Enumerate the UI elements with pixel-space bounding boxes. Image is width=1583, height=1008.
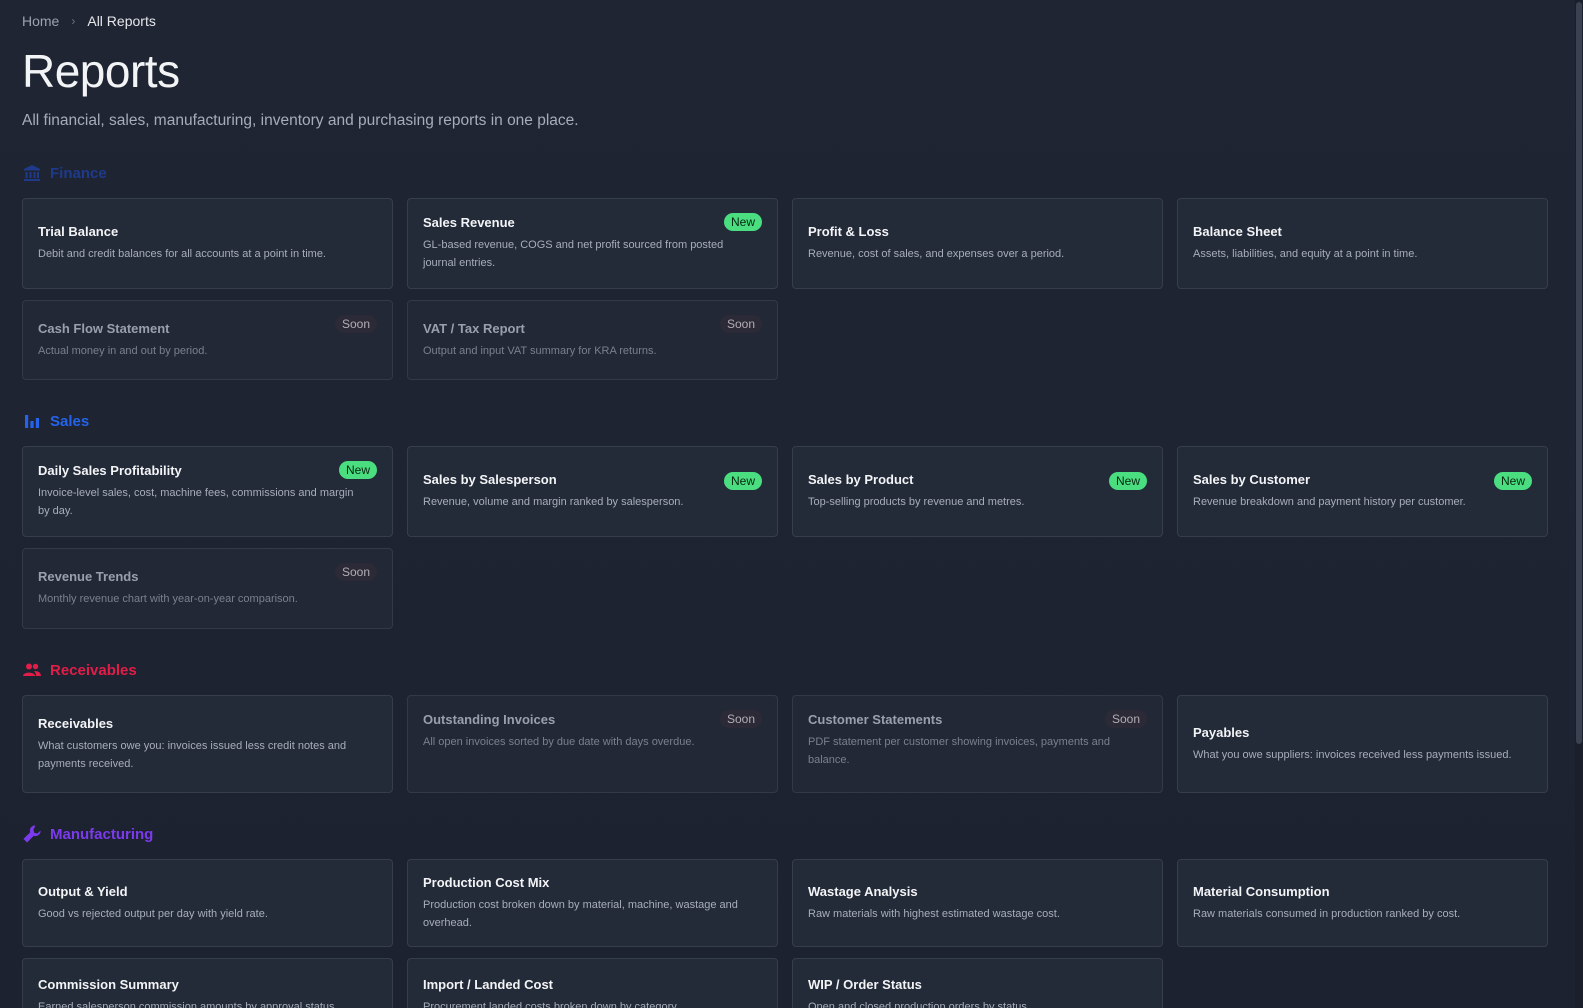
card-title: Material Consumption	[1193, 883, 1330, 899]
card-desc: Revenue, cost of sales, and expenses ove…	[808, 248, 1065, 260]
new-badge: New	[1108, 472, 1147, 490]
section-title: Sales	[50, 412, 90, 430]
card-title: Sales by Customer	[1193, 472, 1311, 487]
report-card-wip-order-status[interactable]: WIP / Order Status Open and closed produ…	[792, 958, 1163, 1008]
report-card-sales-by-customer[interactable]: New Sales by Customer Revenue breakdown …	[1177, 446, 1548, 537]
people-icon	[22, 660, 42, 680]
report-card-customer-statements: Soon Customer Statements PDF statement p…	[792, 695, 1163, 793]
card-title: Import / Landed Cost	[423, 977, 553, 992]
report-card-outstanding-invoices: Soon Outstanding Invoices All open invoi…	[407, 695, 778, 793]
card-desc: Open and closed production orders by sta…	[808, 1001, 1030, 1008]
card-desc: PDF statement per customer showing invoi…	[808, 736, 1111, 766]
breadcrumb: Home › All Reports	[22, 13, 156, 29]
report-card-sales-by-salesperson[interactable]: New Sales by Salesperson Revenue, volume…	[407, 446, 778, 537]
card-title: VAT / Tax Report	[423, 320, 525, 336]
report-card-commission-summary[interactable]: Commission Summary Earned salesperson co…	[22, 958, 393, 1008]
report-card-wastage-analysis[interactable]: Wastage Analysis Raw materials with high…	[792, 859, 1163, 947]
card-desc: Revenue, volume and margin ranked by sal…	[423, 496, 684, 508]
breadcrumb-home-link[interactable]: Home	[22, 13, 59, 29]
report-card-import-landed-cost[interactable]: Import / Landed Cost Procurement landed …	[407, 958, 778, 1008]
new-badge: New	[723, 213, 762, 231]
soon-badge: Soon	[719, 710, 762, 728]
report-card-sales-revenue[interactable]: New Sales Revenue GL-based revenue, COGS…	[407, 198, 778, 289]
card-desc: Raw materials with highest estimated was…	[808, 907, 1060, 920]
report-card-output-yield[interactable]: Output & Yield Good vs rejected output p…	[22, 859, 393, 947]
card-desc: Good vs rejected output per day with yie…	[38, 907, 268, 920]
card-title: Profit & Loss	[808, 224, 889, 239]
report-card-revenue-trends: Soon Revenue Trends Monthly revenue char…	[22, 548, 393, 629]
section-header-sales: Sales	[22, 411, 89, 431]
card-desc: What you owe suppliers: invoices receive…	[1193, 748, 1512, 761]
section-title: Finance	[50, 164, 107, 182]
new-badge: New	[723, 472, 762, 490]
card-desc: Production cost broken down by material,…	[423, 898, 738, 929]
card-title: Wastage Analysis	[808, 883, 918, 899]
page-subtitle: All financial, sales, manufacturing, inv…	[22, 112, 579, 129]
card-title: Outstanding Invoices	[423, 712, 556, 727]
card-desc: Actual money in and out by period.	[38, 344, 208, 357]
new-badge: New	[338, 461, 377, 479]
card-title: Daily Sales Profitability	[38, 463, 182, 478]
card-desc: Monthly revenue chart with year-on-year …	[38, 593, 298, 605]
card-title: Balance Sheet	[1193, 224, 1282, 239]
report-card-payables[interactable]: Payables What you owe suppliers: invoice…	[1177, 695, 1548, 793]
soon-badge: Soon	[1104, 710, 1147, 728]
report-card-trial-balance[interactable]: Trial Balance Debit and credit balances …	[22, 198, 393, 289]
section-header-receivables: Receivables	[22, 660, 137, 680]
report-card-material-consumption[interactable]: Material Consumption Raw materials consu…	[1177, 859, 1548, 947]
section-title: Receivables	[50, 661, 137, 679]
card-desc: Debit and credit balances for all accoun…	[38, 248, 326, 260]
report-card-receivables[interactable]: Receivables What customers owe you: invo…	[22, 695, 393, 793]
new-badge: New	[1493, 472, 1532, 490]
card-desc: Top-selling products by revenue and metr…	[808, 496, 1025, 508]
bank-icon	[22, 163, 42, 183]
soon-badge: Soon	[334, 563, 377, 581]
card-desc: Revenue breakdown and payment history pe…	[1193, 496, 1466, 508]
card-desc: Raw materials consumed in production ran…	[1193, 907, 1461, 920]
report-card-profit-loss[interactable]: Profit & Loss Revenue, cost of sales, an…	[792, 198, 1163, 289]
section-header-finance: Finance	[22, 163, 107, 183]
card-title: Sales by Product	[808, 472, 914, 487]
card-title: Sales by Salesperson	[423, 472, 557, 487]
report-card-daily-sales-profitability[interactable]: New Daily Sales Profitability Invoice-le…	[22, 446, 393, 537]
report-card-sales-by-product[interactable]: New Sales by Product Top-selling product…	[792, 446, 1163, 537]
scrollbar-thumb[interactable]	[1576, 2, 1582, 744]
card-desc: GL-based revenue, COGS and net profit so…	[423, 239, 724, 269]
report-card-vat-tax: Soon VAT / Tax Report Output and input V…	[407, 300, 778, 380]
card-title: Commission Summary	[38, 977, 179, 992]
soon-badge: Soon	[719, 315, 762, 333]
chevron-right-icon: ›	[71, 14, 76, 28]
card-title: Revenue Trends	[38, 569, 139, 584]
page-title: Reports	[22, 45, 180, 97]
card-desc: Output and input VAT summary for KRA ret…	[423, 344, 657, 357]
section-title: Manufacturing	[50, 825, 154, 843]
report-card-production-cost-mix[interactable]: Production Cost Mix Production cost brok…	[407, 859, 778, 947]
report-card-balance-sheet[interactable]: Balance Sheet Assets, liabilities, and e…	[1177, 198, 1548, 289]
card-desc: What customers owe you: invoices issued …	[38, 739, 347, 770]
card-desc: Procurement landed costs broken down by …	[423, 1001, 679, 1008]
card-desc: Invoice-level sales, cost, machine fees,…	[38, 487, 354, 517]
breadcrumb-current: All Reports	[87, 13, 156, 29]
card-desc: Earned salesperson commission amounts by…	[38, 1001, 338, 1008]
card-title: Receivables	[38, 715, 114, 731]
card-title: Payables	[1193, 724, 1250, 740]
card-title: Cash Flow Statement	[38, 320, 170, 336]
card-title: Customer Statements	[808, 712, 943, 727]
card-desc: Assets, liabilities, and equity at a poi…	[1193, 248, 1418, 260]
report-card-cash-flow: Soon Cash Flow Statement Actual money in…	[22, 300, 393, 380]
card-desc: All open invoices sorted by due date wit…	[423, 736, 695, 748]
bar-chart-icon	[22, 411, 42, 431]
card-title: Sales Revenue	[423, 215, 515, 230]
card-title: Trial Balance	[38, 224, 119, 239]
soon-badge: Soon	[334, 315, 377, 333]
card-title: Production Cost Mix	[423, 874, 550, 890]
wrench-icon	[22, 824, 42, 844]
scrollbar[interactable]	[1575, 0, 1583, 1008]
section-header-manufacturing: Manufacturing	[22, 824, 153, 844]
card-title: Output & Yield	[38, 883, 128, 899]
card-title: WIP / Order Status	[808, 977, 922, 992]
